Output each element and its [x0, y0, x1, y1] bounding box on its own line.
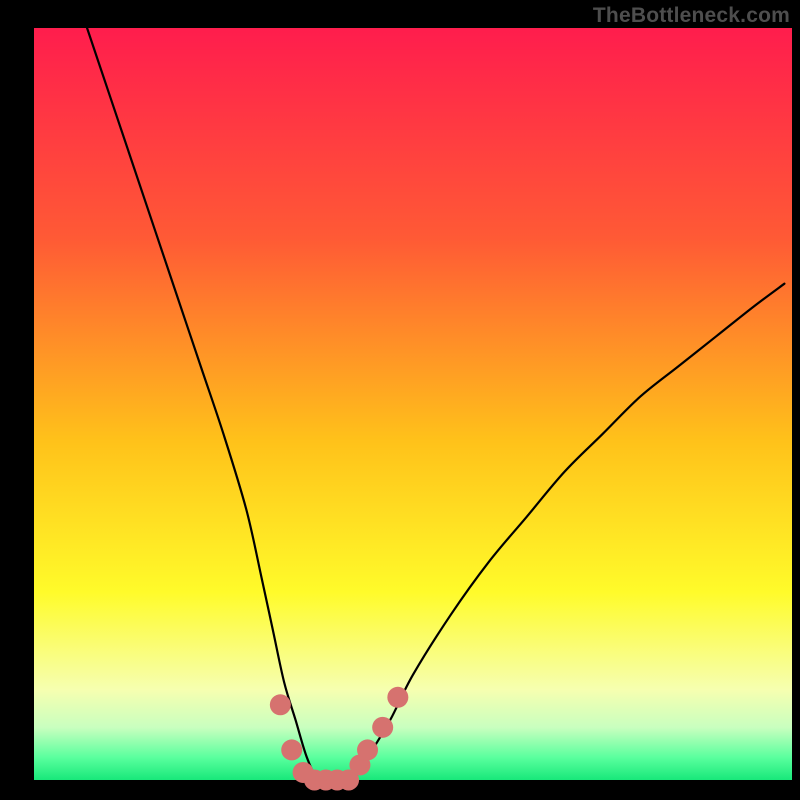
marker-point: [387, 687, 408, 708]
marker-point: [357, 739, 378, 760]
watermark-text: TheBottleneck.com: [593, 4, 790, 28]
chart-stage: TheBottleneck.com: [0, 0, 800, 800]
marker-point: [372, 717, 393, 738]
marker-point: [281, 739, 302, 760]
plot-background: [34, 28, 792, 780]
bottleneck-chart: [0, 0, 800, 800]
marker-point: [270, 694, 291, 715]
